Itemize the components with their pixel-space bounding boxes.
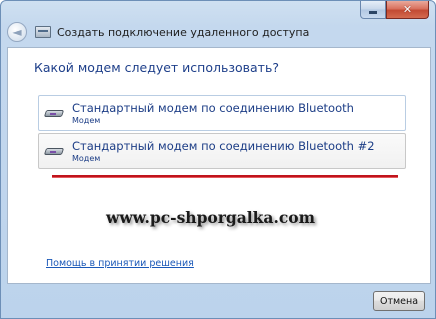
window-controls: ✕ xyxy=(360,1,429,19)
wizard-content: Какой модем следует использовать? Станда… xyxy=(7,47,431,284)
modem-option-subtitle: Модем xyxy=(72,115,101,125)
modem-option-2[interactable]: Стандартный модем по соединению Bluetoot… xyxy=(38,133,406,169)
page-heading: Какой модем следует использовать? xyxy=(34,60,279,75)
minimize-button[interactable] xyxy=(360,1,386,19)
modem-option-1[interactable]: Стандартный модем по соединению Bluetoot… xyxy=(38,95,406,131)
back-button[interactable]: ◄ xyxy=(7,22,27,42)
help-link[interactable]: Помощь в принятии решения xyxy=(46,258,194,269)
wizard-footer: Отмена xyxy=(7,285,431,315)
dialog-window: ✕ ◄ Создать подключение удаленного досту… xyxy=(0,0,436,319)
close-button[interactable]: ✕ xyxy=(386,1,429,19)
window-title: Создать подключение удаленного доступа xyxy=(57,25,310,39)
annotation-underline xyxy=(52,175,398,177)
site-watermark: www.pc-shporgalka.com xyxy=(106,208,316,227)
modem-option-title: Стандартный модем по соединению Bluetoot… xyxy=(72,138,375,153)
back-arrow-icon: ◄ xyxy=(12,25,22,39)
wizard-header: ◄ Создать подключение удаленного доступа xyxy=(7,19,427,45)
modem-option-subtitle: Модем xyxy=(72,153,101,163)
dialup-connection-icon xyxy=(35,26,51,38)
close-icon: ✕ xyxy=(402,3,413,16)
modem-option-title: Стандартный модем по соединению Bluetoot… xyxy=(72,100,354,115)
modem-icon xyxy=(43,145,65,157)
cancel-button[interactable]: Отмена xyxy=(373,291,425,311)
modem-icon xyxy=(43,107,65,119)
minimize-icon xyxy=(369,11,377,14)
